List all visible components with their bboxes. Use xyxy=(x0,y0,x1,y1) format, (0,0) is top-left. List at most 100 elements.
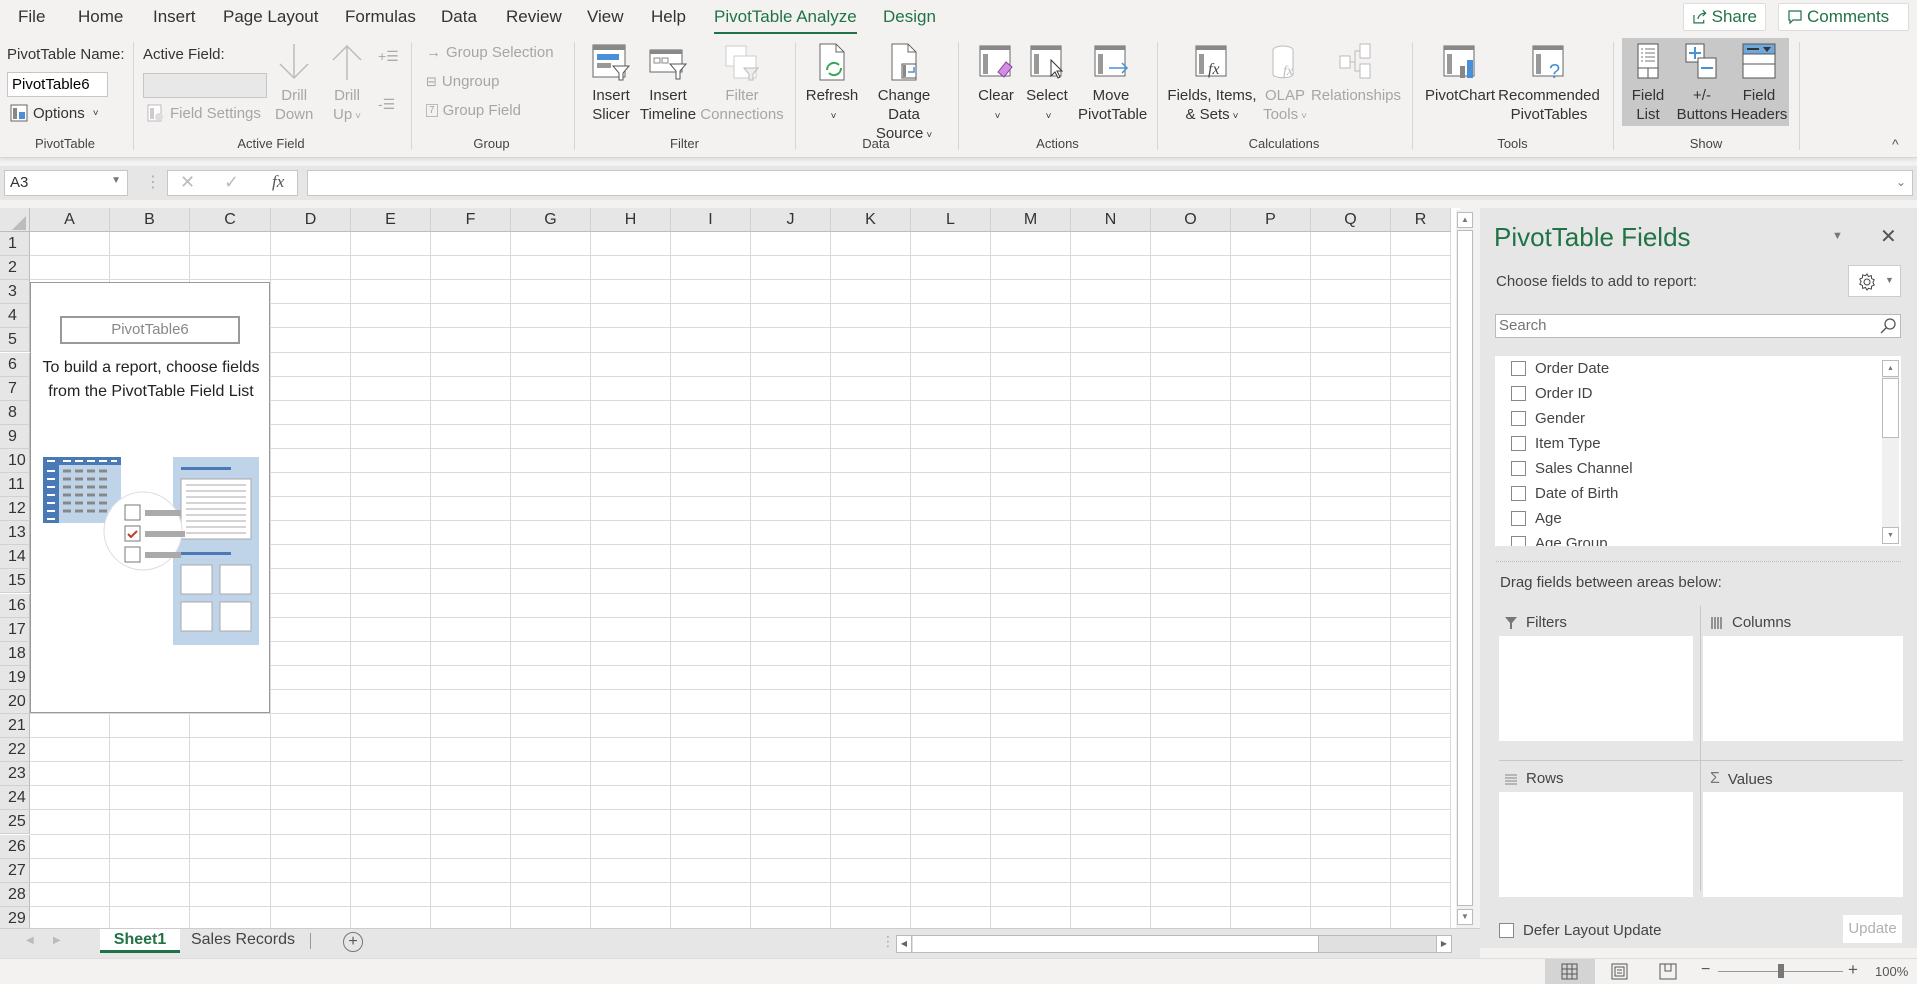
insert-function-icon[interactable]: fx xyxy=(272,172,284,192)
sheet-tab-sales-records[interactable]: Sales Records xyxy=(183,929,303,953)
field-checkbox[interactable] xyxy=(1511,460,1526,476)
tab-view[interactable]: View xyxy=(587,7,624,27)
column-header[interactable]: C xyxy=(190,208,271,232)
scroll-thumb[interactable] xyxy=(1457,230,1473,906)
field-checkbox[interactable] xyxy=(1511,410,1526,426)
row-header[interactable]: 14 xyxy=(0,545,30,570)
ungroup-button[interactable]: ⊟ Ungroup xyxy=(426,73,499,90)
field-checkbox[interactable] xyxy=(1511,435,1526,451)
name-box[interactable]: A3 ▼ xyxy=(4,170,128,196)
column-header[interactable]: Q xyxy=(1311,208,1391,232)
row-header[interactable]: 5 xyxy=(0,328,30,353)
group-selection-button[interactable]: → Group Selection xyxy=(426,44,554,61)
field-list-item[interactable]: Gender xyxy=(1511,406,1585,430)
drill-up-button[interactable]: Drill Up ˅ xyxy=(329,42,365,126)
field-list-item[interactable]: Date of Birth xyxy=(1511,481,1618,505)
add-sheet-icon[interactable]: + xyxy=(343,932,363,952)
row-header[interactable]: 27 xyxy=(0,858,30,883)
change-data-source-button[interactable]: Change Data Source ˅ xyxy=(861,42,947,145)
row-header[interactable]: 26 xyxy=(0,834,30,859)
field-settings-button[interactable]: Field Settings xyxy=(147,104,261,122)
field-list-item[interactable]: Order ID xyxy=(1511,381,1593,405)
row-header[interactable]: 23 xyxy=(0,762,30,787)
comments-button[interactable]: Comments xyxy=(1778,3,1909,31)
zoom-level[interactable]: 100% xyxy=(1875,964,1908,979)
column-header[interactable]: G xyxy=(511,208,591,232)
refresh-button[interactable]: Refresh ˅ xyxy=(804,42,860,126)
pivotchart-button[interactable]: PivotChart xyxy=(1422,42,1498,105)
clear-button[interactable]: Clear ˅ xyxy=(974,42,1018,126)
normal-view-button[interactable] xyxy=(1545,959,1595,984)
row-header[interactable]: 24 xyxy=(0,786,30,811)
field-checkbox[interactable] xyxy=(1511,510,1526,526)
values-drop-area[interactable] xyxy=(1703,792,1903,897)
field-list-item[interactable]: Age xyxy=(1511,506,1562,530)
group-field-button[interactable]: 7 Group Field xyxy=(426,102,521,119)
plus-minus-buttons-toggle[interactable]: +/- Buttons xyxy=(1676,42,1728,124)
share-button[interactable]: Share xyxy=(1683,3,1766,31)
row-header[interactable]: 9 xyxy=(0,424,30,449)
pivottable-placeholder[interactable]: PivotTable6 To build a report, choose fi… xyxy=(30,282,270,713)
scroll-sheets-right-icon[interactable]: ▶ xyxy=(53,935,61,946)
zoom-in-icon[interactable]: + xyxy=(1848,960,1858,980)
insert-timeline-button[interactable]: Insert Timeline xyxy=(639,42,697,124)
sheet-tab-sheet1[interactable]: Sheet1 xyxy=(100,929,180,953)
drill-down-button[interactable]: Drill Down xyxy=(275,42,313,124)
row-header[interactable]: 20 xyxy=(0,689,30,714)
field-search-box[interactable] xyxy=(1495,314,1901,338)
row-header[interactable]: 17 xyxy=(0,617,30,642)
field-list-scrollbar[interactable]: ▲ ▼ xyxy=(1882,360,1899,544)
field-list-item[interactable]: Sales Channel xyxy=(1511,456,1633,480)
horizontal-scrollbar[interactable]: ◀ ▶ xyxy=(896,935,1452,953)
collapse-ribbon-icon[interactable]: ^ xyxy=(1892,136,1899,152)
fields-items-sets-button[interactable]: fx Fields, Items, & Sets ˅ xyxy=(1166,42,1258,126)
column-header[interactable]: P xyxy=(1231,208,1311,232)
columns-drop-area[interactable] xyxy=(1703,636,1903,741)
olap-tools-button[interactable]: fx OLAP Tools ˅ xyxy=(1263,42,1307,126)
tab-design[interactable]: Design xyxy=(883,7,936,27)
page-break-view-icon[interactable] xyxy=(1659,963,1677,980)
column-header[interactable]: A xyxy=(30,208,110,232)
defer-layout-checkbox[interactable] xyxy=(1499,923,1514,938)
insert-slicer-button[interactable]: Insert Slicer xyxy=(588,42,634,124)
tab-formulas[interactable]: Formulas xyxy=(345,7,416,27)
collapse-field-icon[interactable]: -☰ xyxy=(378,96,395,113)
move-pivottable-button[interactable]: Move PivotTable xyxy=(1078,42,1147,124)
tab-review[interactable]: Review xyxy=(506,7,562,27)
tab-insert[interactable]: Insert xyxy=(153,7,196,27)
column-header[interactable]: M xyxy=(991,208,1071,232)
formula-input[interactable]: ⌄ xyxy=(307,170,1913,196)
column-header[interactable]: D xyxy=(271,208,351,232)
scroll-down-icon[interactable]: ▼ xyxy=(1457,909,1473,925)
field-headers-toggle[interactable]: Field Headers xyxy=(1730,42,1788,124)
defer-layout-update[interactable]: Defer Layout Update xyxy=(1499,922,1661,939)
field-checkbox[interactable] xyxy=(1511,385,1526,401)
scroll-thumb[interactable] xyxy=(913,936,1319,952)
recommended-pivottables-button[interactable]: ? Recommended PivotTables xyxy=(1498,42,1600,124)
column-header[interactable]: B xyxy=(110,208,190,232)
column-header[interactable]: R xyxy=(1391,208,1451,232)
column-header[interactable]: L xyxy=(911,208,991,232)
update-button[interactable]: Update xyxy=(1843,915,1902,943)
scroll-right-icon[interactable]: ▶ xyxy=(1436,936,1451,952)
row-header[interactable]: 6 xyxy=(0,352,30,377)
field-checkbox[interactable] xyxy=(1511,360,1526,376)
row-header[interactable]: 4 xyxy=(0,304,30,329)
field-checkbox[interactable] xyxy=(1511,535,1526,546)
row-header[interactable]: 2 xyxy=(0,256,30,281)
vertical-scrollbar[interactable]: ▲ ▼ xyxy=(1456,210,1474,928)
field-list-item[interactable]: Order Date xyxy=(1511,356,1609,380)
expand-field-icon[interactable]: +☰ xyxy=(378,48,399,65)
pivottable-name-input[interactable] xyxy=(7,72,108,97)
field-checkbox[interactable] xyxy=(1511,485,1526,501)
row-header[interactable]: 25 xyxy=(0,810,30,835)
options-button[interactable]: Options ˅ xyxy=(10,104,99,122)
expand-formula-icon[interactable]: ⌄ xyxy=(1896,175,1906,189)
active-field-input[interactable] xyxy=(143,73,267,98)
row-header[interactable]: 8 xyxy=(0,400,30,425)
enter-check-icon[interactable]: ✓ xyxy=(224,172,239,193)
filter-connections-button[interactable]: Filter Connections xyxy=(700,42,784,124)
row-header[interactable]: 18 xyxy=(0,641,30,666)
select-all-corner[interactable] xyxy=(0,208,30,232)
column-header[interactable]: H xyxy=(591,208,671,232)
